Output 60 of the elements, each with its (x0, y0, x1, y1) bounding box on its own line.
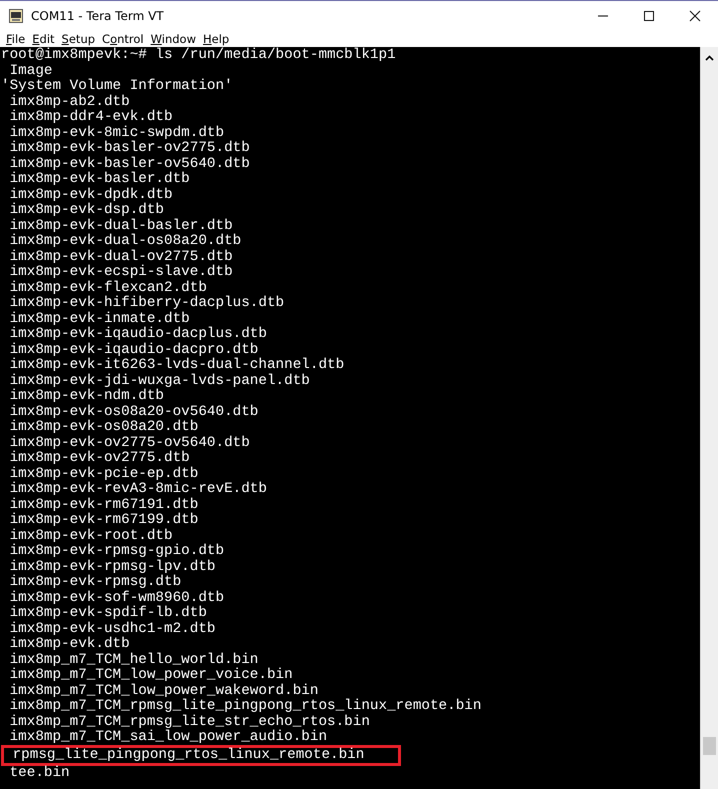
terminal-line: imx8mp-evk-os08a20.dtb (8, 420, 198, 436)
terminal-line: imx8mp-evk-usdhc1-m2.dtb (8, 622, 216, 636)
terminal-line: imx8mp-evk-iqaudio-dacpro.dtb (8, 342, 258, 358)
terminal-line: imx8mp-evk-revA3-8mic-revE.dtb (8, 482, 267, 498)
terminal-line: imx8mp-evk-dsp.dtb (8, 203, 164, 218)
terminal-line: imx8mp-evk-rm67199.dtb (8, 513, 198, 528)
terminal-line: root@imx8mpevk:~# ls /run/media/boot-mmcblk1p1 (1, 48, 396, 64)
scroll-up-icon[interactable] (705, 55, 714, 61)
terminal-line: 'System Volume Information' (1, 79, 233, 94)
close-icon[interactable] (689, 10, 701, 22)
terminal-line: imx8mp-ab2.dtb (8, 94, 130, 110)
terminal-line: imx8mp-evk-basler-ov2775.dtb (8, 141, 250, 156)
terminal-line: imx8mp-evk-rpmsg-gpio.dtb (8, 544, 224, 560)
terminal-line: imx8mp-ddr4-evk.dtb (8, 110, 173, 126)
terminal-line: imx8mp-evk-root.dtb (8, 528, 173, 544)
terminal-line: imx8mp-evk-dual-os08a20.dtb (8, 234, 242, 250)
window-title: COM11 - Tera Term VT (31, 8, 164, 22)
terminal-line: imx8mp-evk-ndm.dtb (8, 389, 164, 404)
terminal-line: imx8mp-evk-rpmsg-lpv.dtb (8, 560, 216, 574)
terminal-line: imx8mp-evk-os08a20-ov5640.dtb (8, 404, 258, 420)
maximize-icon[interactable] (643, 10, 655, 22)
terminal-line: imx8mp-evk-ecspi-slave.dtb (8, 265, 233, 280)
terminal-line: imx8mp-evk-flexcan2.dtb (8, 280, 207, 296)
terminal-line: imx8mp-evk-ov2775.dtb (8, 451, 190, 466)
menu-item[interactable]: Help (203, 32, 230, 46)
menu-item[interactable]: File (6, 32, 26, 46)
app-icon (9, 8, 23, 22)
highlighted-terminal-line: rpmsg_lite_pingpong_rtos_linux_remote.bin (4, 748, 398, 763)
menu-item[interactable]: Edit (32, 32, 55, 46)
terminal-line: Image (8, 64, 52, 78)
menu-item[interactable]: Window (150, 32, 196, 46)
menu-item[interactable]: Setup (62, 32, 96, 46)
terminal-line: imx8mp-evk-hifiberry-dacplus.dtb (8, 296, 284, 312)
scrollbar[interactable] (700, 47, 718, 789)
terminal-line: imx8mp-evk.dtb (8, 637, 130, 652)
terminal-line: imx8mp-evk-dual-ov2775.dtb (8, 250, 233, 264)
terminal-line: imx8mp-evk-basler-ov5640.dtb (8, 156, 250, 172)
terminal-line: imx8mp-evk-rm67191.dtb (8, 498, 198, 512)
menu-item[interactable]: Control (102, 32, 144, 46)
terminal-line: imx8mp-evk-rpmsg.dtb (8, 575, 182, 590)
terminal-line: imx8mp-evk-iqaudio-dacplus.dtb (8, 327, 267, 342)
terminal-line: imx8mp_m7_TCM_low_power_voice.bin (8, 668, 293, 684)
terminal-line: tee.bin (8, 766, 70, 782)
terminal-line: imx8mp-evk-basler.dtb (8, 172, 190, 188)
terminal-line: imx8mp_m7_TCM_rpmsg_lite_str_echo_rtos.bin (8, 714, 370, 730)
terminal-line: imx8mp-evk-inmate.dtb (8, 312, 190, 326)
terminal-line: imx8mp-evk-it6263-lvds-dual-channel.dtb (8, 358, 344, 374)
terminal-line: imx8mp-evk-pcie-ep.dtb (8, 466, 198, 482)
terminal-line: imx8mp-evk-ov2775-ov5640.dtb (8, 436, 250, 450)
terminal-line: imx8mp-evk-dual-basler.dtb (8, 218, 233, 234)
terminal-line: imx8mp-evk-8mic-swpdm.dtb (8, 126, 224, 140)
terminal-line: imx8mp_m7_TCM_sai_low_power_audio.bin (8, 730, 328, 746)
terminal-line: imx8mp-evk-dpdk.dtb (8, 188, 173, 202)
terminal-line: imx8mp-evk-spdif-lb.dtb (8, 606, 207, 622)
terminal-line: imx8mp-evk-jdi-wuxga-lvds-panel.dtb (8, 374, 310, 388)
terminal-line: imx8mp_m7_TCM_hello_world.bin (8, 652, 258, 668)
terminal-line: imx8mp_m7_TCM_rpmsg_lite_pingpong_rtos_linux_remote.bin (8, 699, 482, 714)
terminal-line: imx8mp_m7_TCM_low_power_wakeword.bin (8, 684, 318, 698)
scroll-thumb[interactable] (703, 737, 716, 755)
terminal-line: imx8mp-evk-sof-wm8960.dtb (8, 590, 224, 606)
